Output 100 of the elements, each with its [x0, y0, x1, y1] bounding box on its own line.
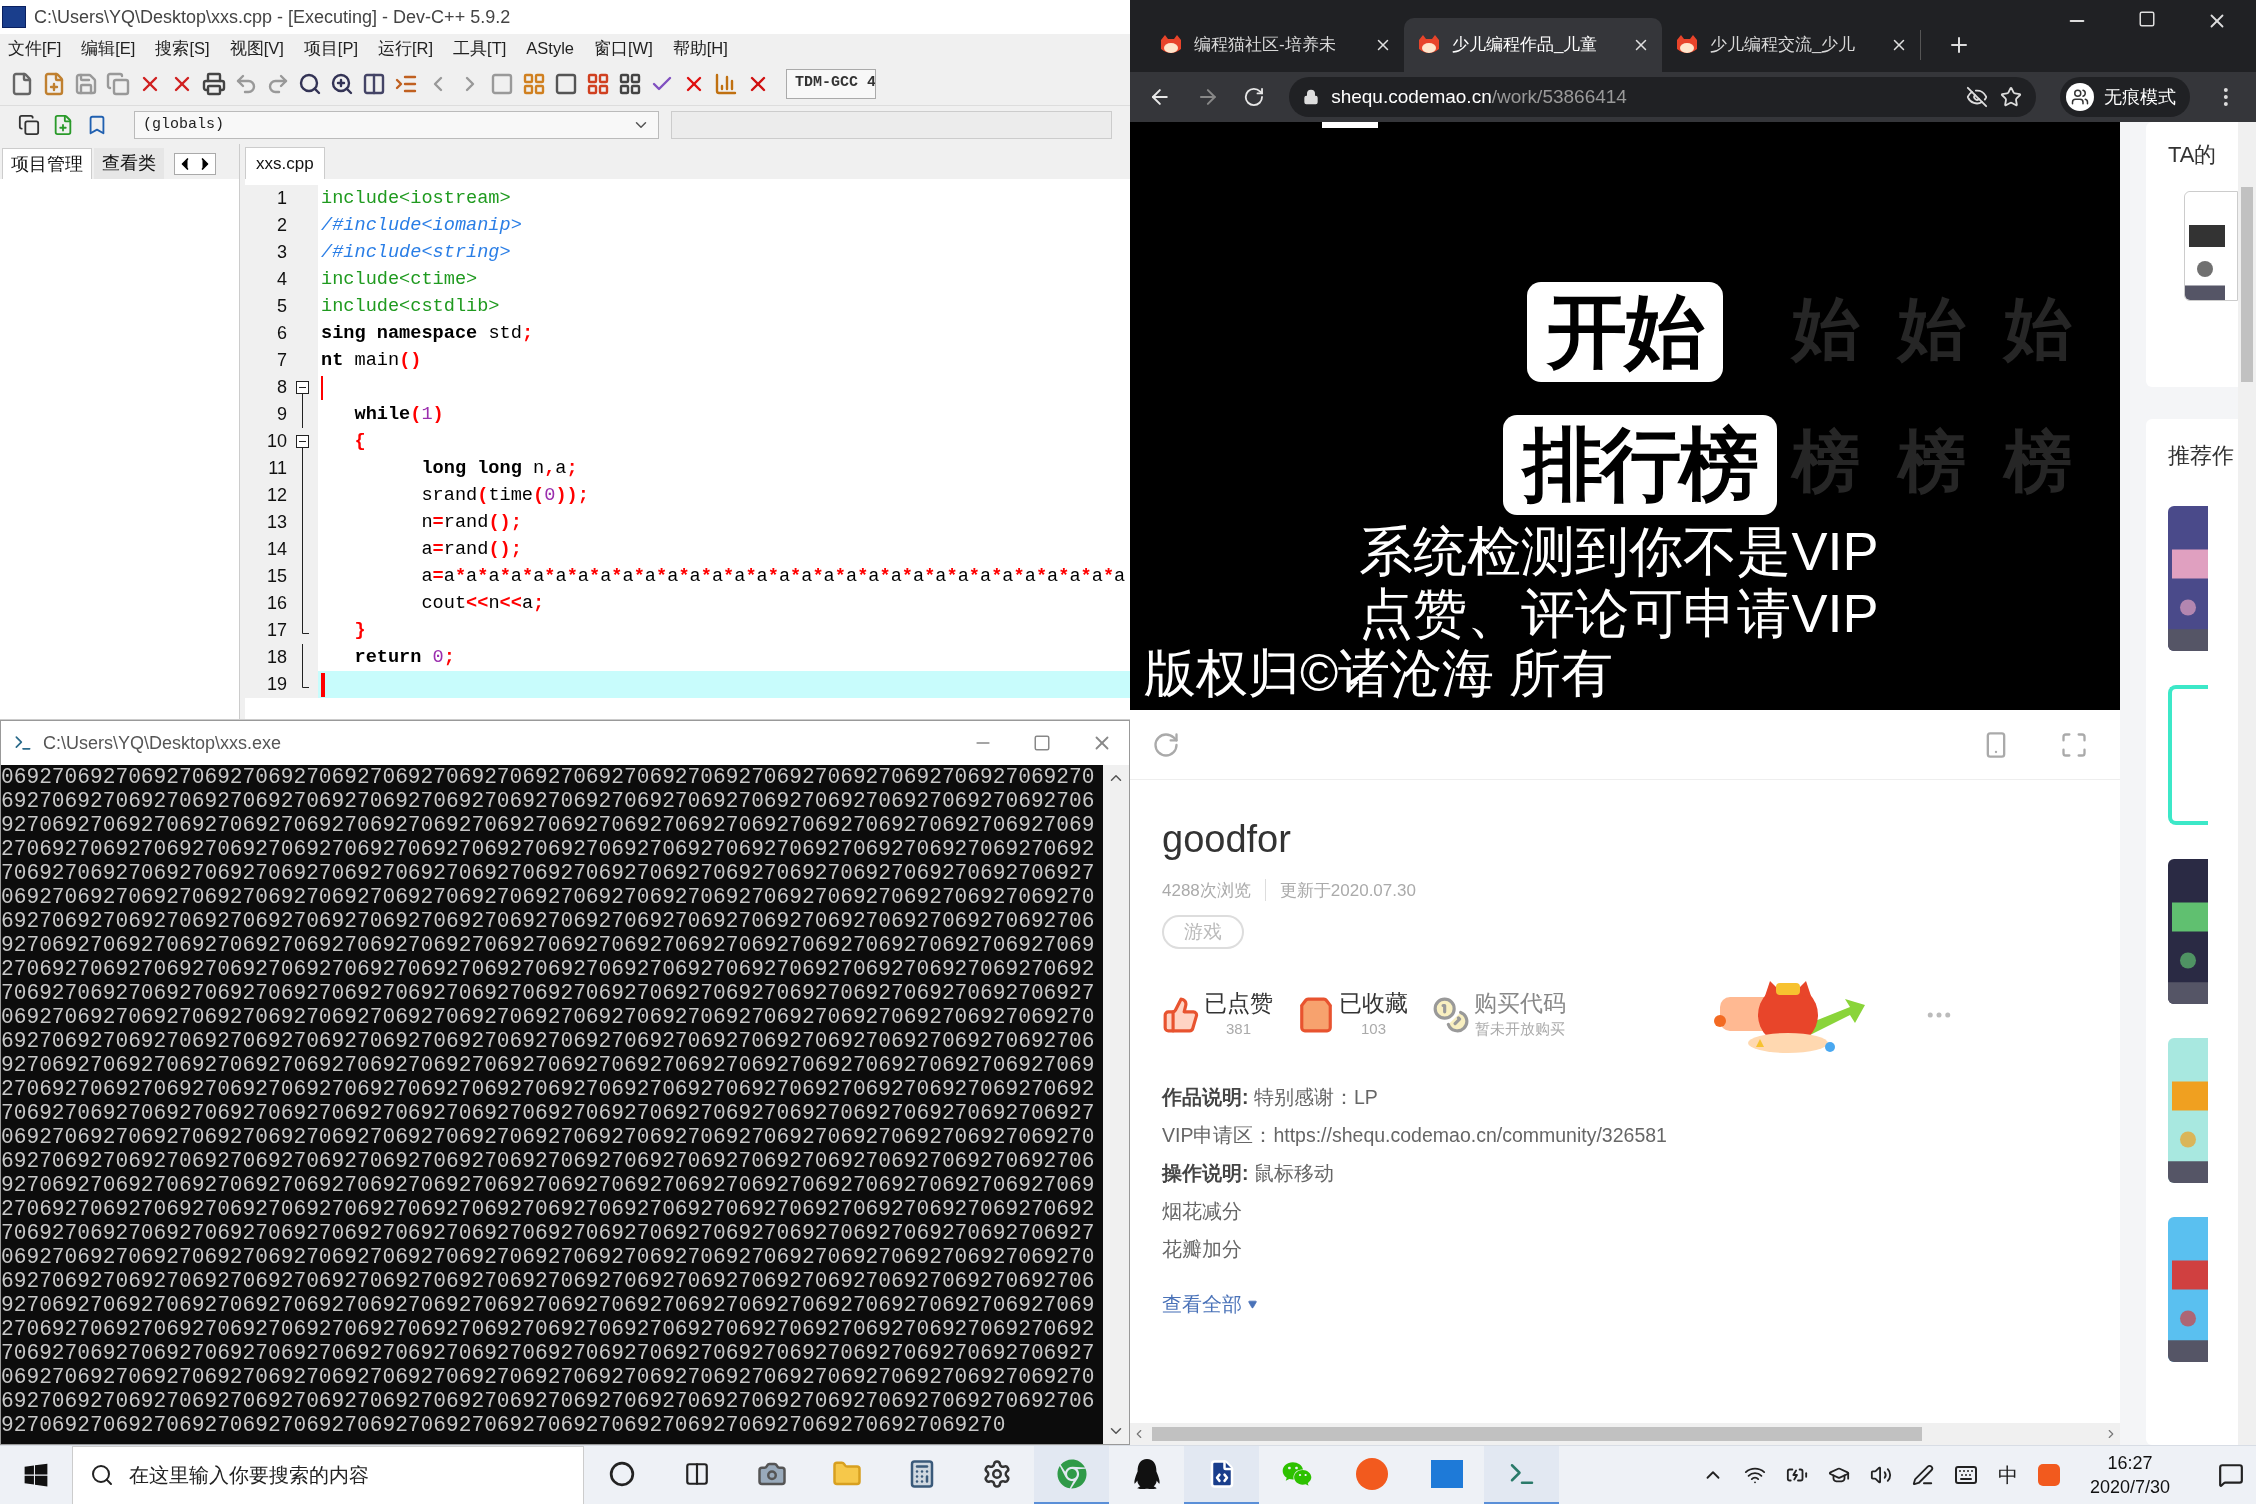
- console-line: 70692706927069270692706927069270692706927069270692706927069270692706927069270692706927: [1, 1341, 1096, 1365]
- console-line: 70692706927069270692706927069270692706927069270692706927069270692706927069270692706927: [1, 981, 1096, 1005]
- class-icon[interactable]: [18, 114, 40, 136]
- menu-item[interactable]: 视图[V]: [229, 35, 284, 61]
- code-text: a=a*a*a*a*a*a*a*a*a*a*a*a*a*a*a*a*a*a*a*a*a*a*a*a*a*a*a*a*a*a*a: [420, 564, 1126, 589]
- grid-icon[interactable]: [618, 71, 642, 96]
- compiler-select[interactable]: TDM-GCC 4: [786, 68, 876, 99]
- pen-icon[interactable]: [1911, 1464, 1934, 1486]
- start-icon[interactable]: [23, 1462, 49, 1488]
- menu-item[interactable]: 搜索[S]: [155, 35, 210, 61]
- new-file-icon[interactable]: [10, 71, 34, 96]
- line-number: 13: [265, 511, 287, 534]
- menu-item[interactable]: 运行[R]: [378, 35, 434, 61]
- horizontal-scrollbar[interactable]: [1130, 1423, 2120, 1445]
- bookmark-star-icon[interactable]: [2000, 86, 2023, 108]
- browser-tab[interactable]: 编程猫社区-培养未: [1146, 18, 1404, 72]
- menu-item[interactable]: AStyle: [526, 35, 575, 61]
- address-bar[interactable]: shequ.codemao.cn/work/53866414: [1289, 77, 2037, 117]
- cat-favicon-icon: [1416, 34, 1442, 56]
- description-line: VIP申请区：https://shequ.codemao.cn/community/326581: [1162, 1123, 1668, 1148]
- console-line: 06927069270692706927069270692706927069270692706927069270692706927069270692706927069270: [1, 1125, 1096, 1149]
- search-icon[interactable]: [298, 71, 322, 96]
- stage-button[interactable]: 开始: [1527, 282, 1723, 382]
- stage-marker: [1322, 122, 1378, 128]
- fold-toggle-icon[interactable]: [296, 381, 309, 394]
- notification-icon[interactable]: [2218, 1462, 2244, 1488]
- window-title: C:\Users\YQ\Desktop\xxs.exe: [43, 731, 283, 755]
- console-line: 92706927069270692706927069270692706927069270692706927069270692706927069270692706927069: [1, 1173, 1096, 1197]
- coins-icon: [1432, 996, 1470, 1034]
- settings-icon[interactable]: [981, 1458, 1012, 1489]
- line-number: 14: [265, 538, 287, 561]
- add-file-icon[interactable]: [52, 114, 74, 136]
- fold-toggle-icon[interactable]: [296, 435, 309, 448]
- description-line: 花瓣加分: [1162, 1237, 1243, 1262]
- browser-tab[interactable]: 少儿编程交流_少儿: [1662, 18, 1920, 72]
- fold-end-icon: [302, 617, 309, 634]
- printer-icon[interactable]: [202, 71, 226, 96]
- grid-icon[interactable]: [586, 71, 610, 96]
- vertical-scrollbar[interactable]: [2238, 122, 2256, 1445]
- scope-select[interactable]: (globals): [134, 111, 659, 139]
- zoom-search-icon[interactable]: [330, 71, 354, 96]
- columns-icon[interactable]: [362, 71, 386, 96]
- console-line: 27069270692706927069270692706927069270692706927069270692706927069270692706927069270692: [1, 957, 1096, 981]
- code-text: /#include<iomanip>: [321, 213, 522, 238]
- menu-item[interactable]: 工具[T]: [453, 35, 507, 61]
- app-tile-icon[interactable]: [1430, 1459, 1463, 1488]
- code-text: a=rand();: [420, 537, 522, 562]
- console-line: 27069270692706927069270692706927069270692706927069270692706927069270692706927069270692: [1, 837, 1096, 861]
- work-title: goodfor: [1162, 817, 1292, 862]
- incognito-badge[interactable]: 无痕模式: [2060, 77, 2191, 117]
- task-view-icon[interactable]: [683, 1460, 710, 1487]
- menu-item[interactable]: 文件[F]: [8, 35, 62, 61]
- file-tab[interactable]: xxs.cpp: [245, 147, 325, 179]
- line-number: 1: [276, 187, 287, 210]
- penguin-icon[interactable]: [1131, 1458, 1162, 1489]
- menu-item[interactable]: 窗口[W]: [594, 35, 653, 61]
- line-number: 12: [265, 484, 287, 507]
- console-line: 27069270692706927069270692706927069270692706927069270692706927069270692706927069270692: [1, 1197, 1096, 1221]
- taskbar-search-field[interactable]: 在这里输入你要搜索的内容: [72, 1445, 584, 1504]
- action-button[interactable]: 已收藏 103: [1297, 989, 1408, 1041]
- console-line: 06927069270692706927069270692706927069270692706927069270692706927069270692706927069270: [1, 765, 1096, 789]
- scrollbar-thumb[interactable]: [2241, 187, 2253, 382]
- stage-button[interactable]: 排行榜: [1503, 415, 1777, 515]
- console-line: 27069270692706927069270692706927069270692706927069270692706927069270692706927069270692: [1, 1077, 1096, 1101]
- cat-favicon-icon: [1674, 34, 1700, 56]
- code-text: return 0;: [353, 645, 455, 670]
- description-line: 操作说明: 鼠标移动: [1162, 1161, 1335, 1186]
- console-line: 92706927069270692706927069270692706927069270692706927069270692706927069270692706927069: [1, 1293, 1096, 1317]
- action-button[interactable]: 购买代码 暂未开放购买: [1432, 989, 1566, 1041]
- input-method-indicator[interactable]: 中: [1997, 1460, 2018, 1490]
- action-button[interactable]: 已点赞 381: [1162, 989, 1273, 1041]
- keyboard-icon[interactable]: [1953, 1463, 1978, 1487]
- volume-icon[interactable]: [1869, 1464, 1892, 1486]
- menu-item[interactable]: 编辑[E]: [81, 35, 136, 61]
- code-text: nt main(): [321, 348, 422, 373]
- browser-tab[interactable]: 少儿编程作品_儿童: [1404, 18, 1662, 72]
- window-icon[interactable]: [554, 71, 578, 96]
- console-line: 70692706927069270692706927069270692706927069270692706927069270692706927069270692706927: [1, 861, 1096, 885]
- circle-icon[interactable]: [608, 1460, 635, 1487]
- code-text: cout<<n<<a;: [420, 591, 545, 616]
- menu-item[interactable]: 项目[P]: [303, 35, 358, 61]
- caret-icon: [1248, 1299, 1257, 1309]
- chrome-icon[interactable]: [1056, 1458, 1087, 1489]
- panel-tab[interactable]: 项目管理: [2, 148, 92, 179]
- open-file-icon[interactable]: [42, 71, 66, 96]
- reload-icon[interactable]: [1243, 86, 1266, 108]
- clock[interactable]: 16:27 2020/7/30: [2079, 1451, 2180, 1499]
- thumbs-up-icon: [1162, 996, 1200, 1034]
- scrollbar-thumb[interactable]: [1152, 1427, 1922, 1441]
- code-text: long long n,a;: [420, 456, 578, 481]
- restart-icon[interactable]: [1152, 730, 1180, 759]
- line-number: 17: [265, 619, 287, 642]
- eye-off-icon[interactable]: [1966, 86, 1989, 108]
- panel-tab[interactable]: 查看类: [94, 148, 164, 179]
- scrollbar[interactable]: [1103, 765, 1129, 1444]
- view-all-link[interactable]: 查看全部: [1162, 1289, 2088, 1319]
- menu-item[interactable]: 帮助[H]: [672, 35, 728, 61]
- line-number: 16: [265, 592, 287, 615]
- bar-chart-icon[interactable]: [714, 71, 738, 96]
- code-text: include<cstdlib>: [321, 294, 500, 319]
